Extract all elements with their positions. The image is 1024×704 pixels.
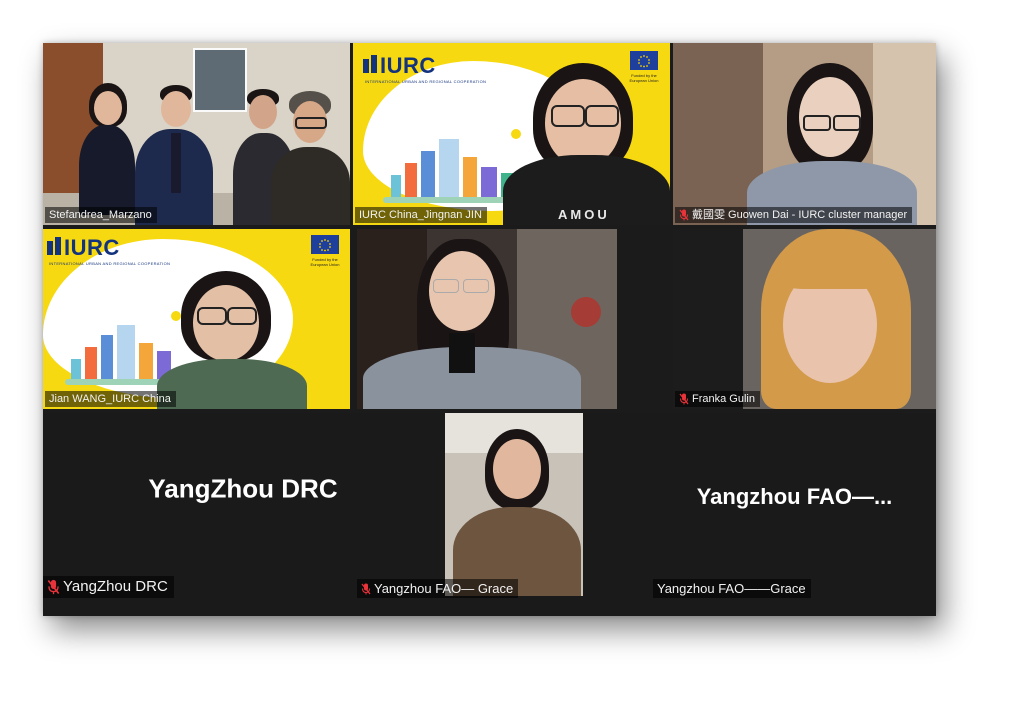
iurc-logo: IURC	[363, 53, 436, 79]
mic-muted-icon	[679, 209, 689, 221]
video-tile-earphones-woman[interactable]	[357, 229, 617, 409]
eu-flag-icon	[630, 51, 658, 70]
person-face	[94, 91, 122, 125]
mic-muted-icon	[47, 579, 60, 595]
video-tile-guowen-dai[interactable]: 戴國雯 Guowen Dai - IURC cluster manager	[673, 43, 936, 225]
video-tile-iurc-jin[interactable]: IURC INTERNATIONAL URBAN AND REGIONAL CO…	[353, 43, 670, 225]
glasses-shape	[585, 105, 619, 127]
video-area	[445, 413, 583, 596]
person-body	[157, 359, 307, 409]
city-illustration	[383, 129, 523, 203]
glasses-shape	[551, 105, 585, 127]
video-tile-franka-gulin[interactable]: Franka Gulin	[673, 229, 936, 409]
person-body	[79, 125, 135, 215]
participant-name: Stefandrea_Marzano	[49, 209, 152, 221]
participant-name: IURC China_Jingnan JIN	[359, 209, 482, 221]
participant-name-label: 戴國雯 Guowen Dai - IURC cluster manager	[675, 207, 913, 223]
window-background	[193, 48, 247, 112]
eu-flag-icon	[311, 235, 339, 254]
glasses-shape	[227, 307, 257, 325]
participant-name: Yangzhou FAO— Grace	[374, 581, 514, 596]
mic-muted-icon	[361, 583, 371, 595]
video-tile-yangzhou-fao-grace-2[interactable]: Yangzhou FAO—... Yangzhou FAO——Grace	[653, 413, 936, 616]
iurc-logo-subtitle: INTERNATIONAL URBAN AND REGIONAL COOPERA…	[365, 79, 487, 84]
participant-name: 戴國雯 Guowen Dai - IURC cluster manager	[692, 209, 908, 221]
person-bangs	[783, 259, 883, 289]
glasses-shape	[463, 279, 489, 293]
person-face	[493, 439, 541, 499]
person-face	[161, 91, 191, 127]
video-grid-window: Stefandrea_Marzano IURC INTERNATIONAL UR…	[43, 43, 936, 616]
participant-name-label: Yangzhou FAO——Grace	[653, 579, 811, 598]
participant-name-label: YangZhou DRC	[43, 576, 174, 598]
glasses-shape	[197, 307, 227, 325]
mic-muted-icon	[679, 393, 689, 405]
turtleneck-shape	[449, 333, 475, 373]
participant-display-name: Yangzhou FAO—...	[696, 483, 893, 509]
glasses-shape	[433, 279, 459, 293]
participant-name: YangZhou DRC	[63, 578, 168, 595]
participant-name: Yangzhou FAO——Grace	[657, 581, 806, 596]
participant-name-label: Stefandrea_Marzano	[45, 207, 157, 223]
participant-name-label: Yangzhou FAO— Grace	[357, 579, 519, 598]
video-tile-jian-wang[interactable]: IURC INTERNATIONAL URBAN AND REGIONAL CO…	[43, 229, 350, 409]
video-tile-office-group[interactable]: Stefandrea_Marzano	[43, 43, 350, 225]
participant-name-label: Franka Gulin	[675, 391, 760, 407]
iurc-logo-subtitle: INTERNATIONAL URBAN AND REGIONAL COOPERA…	[49, 261, 171, 266]
participant-name: Franka Gulin	[692, 393, 755, 405]
person-body	[271, 147, 350, 225]
iurc-logo: IURC	[47, 235, 120, 261]
person-face	[249, 95, 277, 129]
glasses-shape	[803, 115, 831, 131]
eu-funding-text: Funded by the European Union	[629, 73, 659, 83]
eu-funding-text: Funded by the European Union	[310, 257, 340, 267]
participant-name: Jian WANG_IURC China	[49, 393, 171, 405]
participant-name-label: IURC China_Jingnan JIN	[355, 207, 487, 223]
video-tile-yangzhou-fao-grace[interactable]: Yangzhou FAO— Grace	[357, 413, 683, 616]
glasses-shape	[833, 115, 861, 131]
glasses-shape	[295, 117, 327, 129]
plant-decoration	[571, 297, 601, 327]
tie-shape	[171, 133, 181, 193]
shirt-print: AMOU	[558, 207, 610, 222]
participant-name-label: Jian WANG_IURC China	[45, 391, 176, 407]
